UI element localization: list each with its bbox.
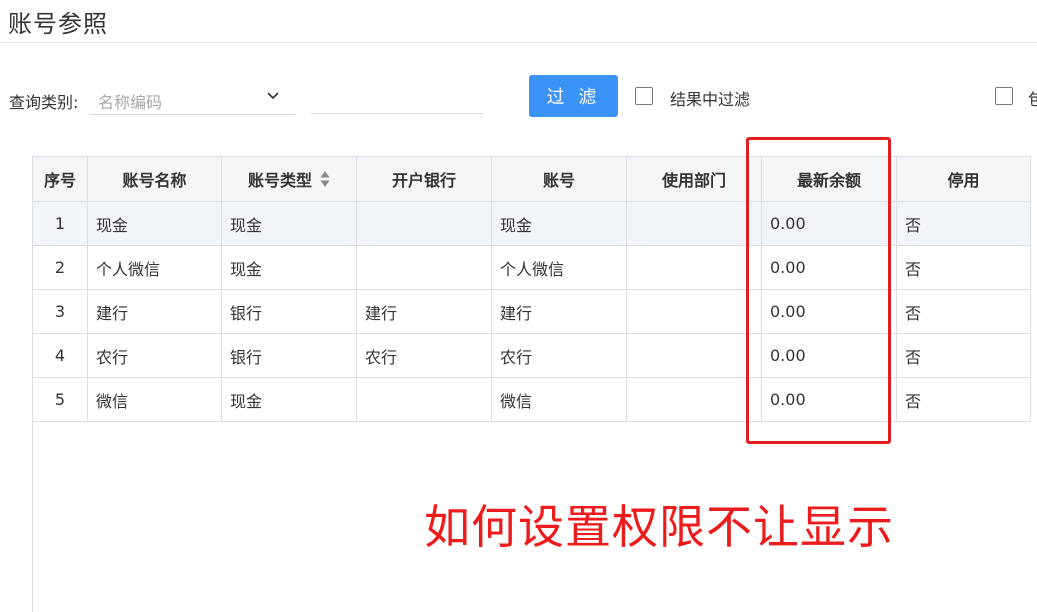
category-label: 查询类别:	[9, 93, 79, 112]
page-title: 账号参照	[8, 10, 108, 38]
chevron-down-icon[interactable]	[265, 87, 281, 103]
cell-department	[626, 201, 762, 246]
col-header-disabled[interactable]: 停用	[896, 156, 1031, 202]
cell-bank: 农行	[356, 333, 492, 378]
cell-disabled: 否	[896, 245, 1031, 290]
cell-account: 个人微信	[491, 245, 627, 290]
cell-bank	[356, 245, 492, 290]
cell-disabled: 否	[896, 201, 1031, 246]
cell-type: 现金	[221, 377, 357, 422]
cell-index: 5	[32, 377, 88, 422]
balance-column-highlight	[746, 137, 891, 444]
cell-account: 农行	[491, 333, 627, 378]
include-checkbox[interactable]	[995, 87, 1013, 105]
cell-account: 建行	[491, 289, 627, 334]
cell-type: 银行	[221, 289, 357, 334]
cell-name: 现金	[87, 201, 222, 246]
cell-bank: 建行	[356, 289, 492, 334]
annotation-text: 如何设置权限不让显示	[424, 500, 894, 554]
cell-department	[626, 333, 762, 378]
cell-type: 现金	[221, 201, 357, 246]
col-header-index[interactable]: 序号	[32, 156, 88, 202]
col-header-bank[interactable]: 开户银行	[356, 156, 492, 202]
cell-name: 农行	[87, 333, 222, 378]
filter-in-results-label: 结果中过滤	[670, 90, 751, 109]
cell-name: 个人微信	[87, 245, 222, 290]
cell-department	[626, 289, 762, 334]
query-input[interactable]	[311, 84, 484, 114]
cell-index: 2	[32, 245, 88, 290]
cell-account: 微信	[491, 377, 627, 422]
cell-disabled: 否	[896, 289, 1031, 334]
cell-account: 现金	[491, 201, 627, 246]
cell-disabled: 否	[896, 333, 1031, 378]
col-header-account[interactable]: 账号	[491, 156, 627, 202]
cell-name: 建行	[87, 289, 222, 334]
cell-bank	[356, 377, 492, 422]
col-header-type-label: 账号类型	[247, 171, 312, 190]
sort-icon[interactable]	[320, 170, 330, 188]
category-placeholder: 名称编码	[98, 93, 163, 112]
cell-name: 微信	[87, 377, 222, 422]
cell-index: 1	[32, 201, 88, 246]
col-header-name[interactable]: 账号名称	[87, 156, 222, 202]
cell-bank	[356, 201, 492, 246]
cell-index: 4	[32, 333, 88, 378]
cell-index: 3	[32, 289, 88, 334]
filter-in-results-checkbox[interactable]	[635, 87, 653, 105]
title-divider	[0, 42, 1037, 43]
cell-type: 银行	[221, 333, 357, 378]
col-header-type[interactable]: 账号类型	[221, 156, 357, 202]
filter-button[interactable]: 过 滤	[529, 75, 618, 117]
col-header-department[interactable]: 使用部门	[626, 156, 762, 202]
category-select[interactable]: 名称编码	[90, 84, 295, 115]
cell-disabled: 否	[896, 377, 1031, 422]
cell-department	[626, 377, 762, 422]
cell-type: 现金	[221, 245, 357, 290]
cell-department	[626, 245, 762, 290]
include-label: 包	[1028, 90, 1037, 109]
